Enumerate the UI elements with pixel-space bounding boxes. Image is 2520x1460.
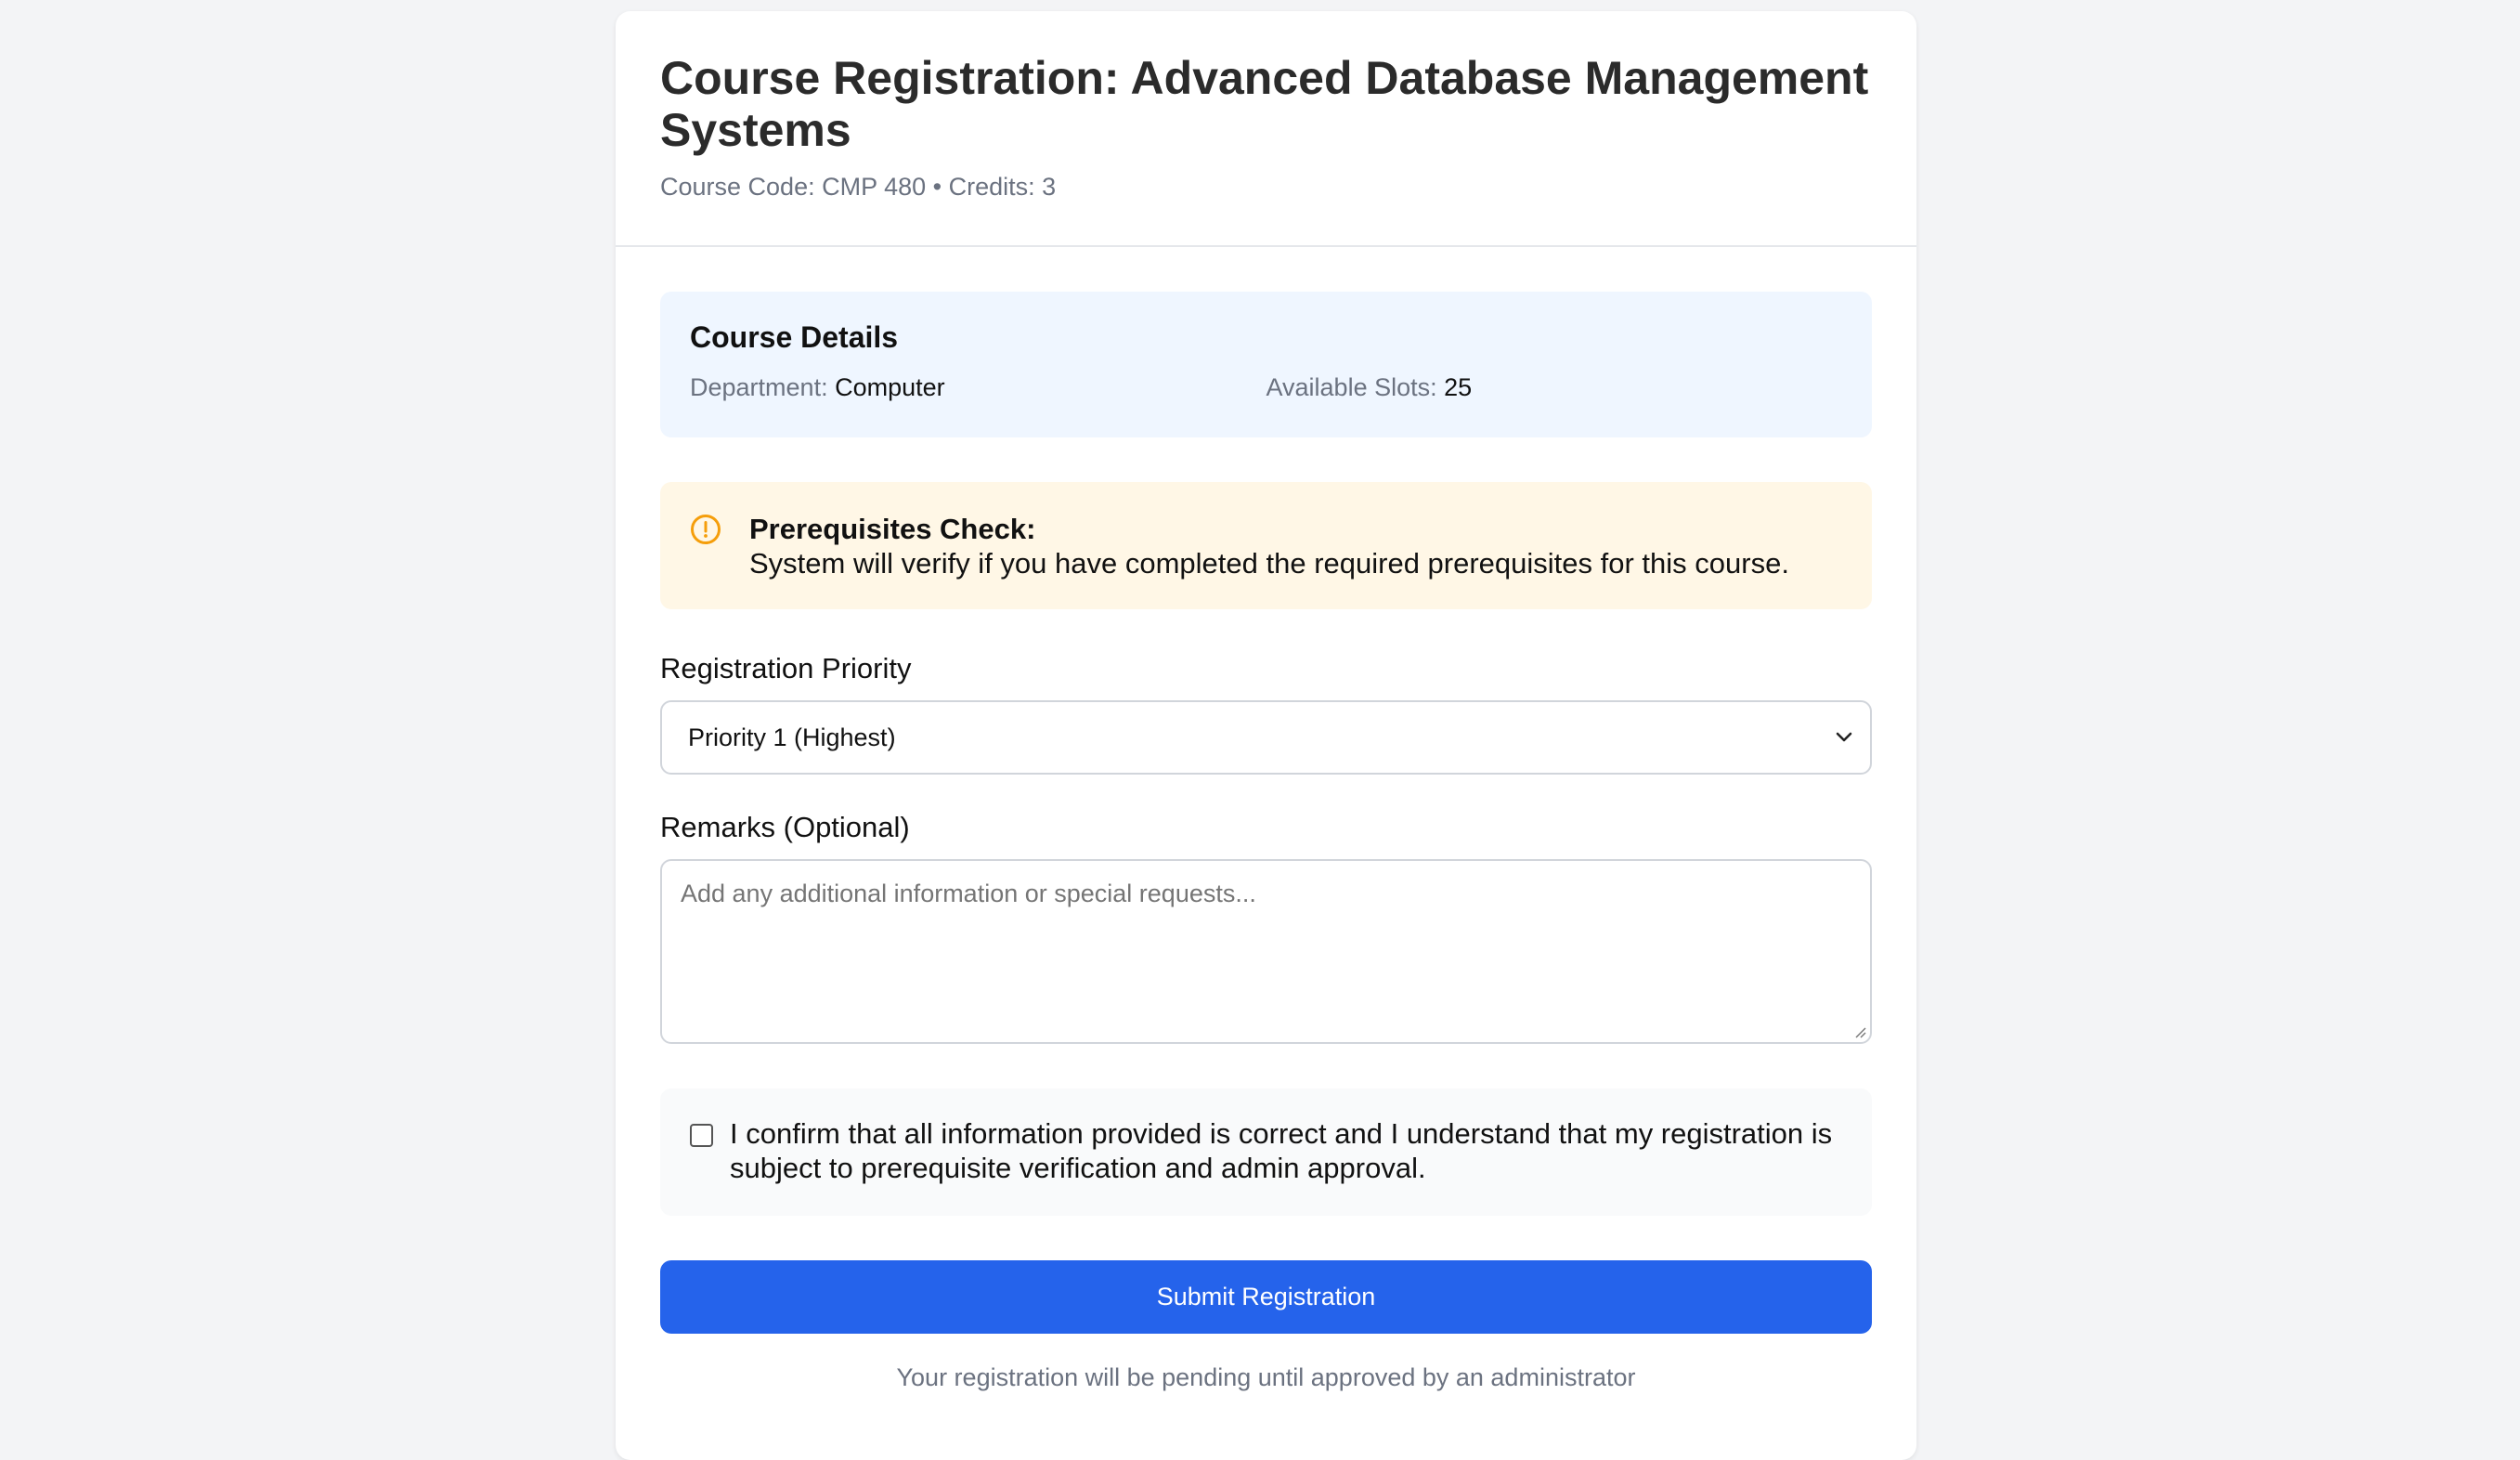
priority-label: Registration Priority [660, 652, 912, 684]
confirm-text: I confirm that all information provided … [730, 1117, 1833, 1184]
page-title: Course Registration: Advanced Database M… [660, 52, 1869, 156]
pending-note: Your registration will be pending until … [896, 1363, 1636, 1391]
card-header: Course Registration: Advanced Database M… [616, 11, 1916, 247]
prerequisites-text: Prerequisites Check: System will verify … [749, 512, 1789, 580]
prerequisites-alert: Prerequisites Check: System will verify … [660, 482, 1872, 609]
confirm-checkbox[interactable] [690, 1124, 713, 1147]
alert-circle-icon [691, 515, 721, 544]
card-body: Course Details Department: Computer Avai… [616, 247, 1916, 1393]
prerequisites-title: Prerequisites Check: [749, 513, 1036, 545]
course-details-panel: Course Details Department: Computer Avai… [660, 292, 1872, 437]
priority-selected-value: Priority 1 (Highest) [688, 723, 896, 751]
slots-info: Available Slots: 25 [1266, 372, 1843, 403]
slots-value: 25 [1444, 373, 1473, 401]
confirmation-panel: I confirm that all information provided … [660, 1088, 1872, 1216]
department-info: Department: Computer [690, 372, 1266, 403]
department-label: Department: [690, 373, 828, 401]
resize-handle-icon[interactable] [1853, 1025, 1866, 1038]
priority-select[interactable]: Priority 1 (Highest) [660, 700, 1872, 775]
submit-registration-button[interactable]: Submit Registration [660, 1260, 1872, 1334]
course-meta: Course Code: CMP 480 • Credits: 3 [660, 173, 1057, 201]
remarks-textarea[interactable]: Add any additional information or specia… [660, 859, 1872, 1044]
course-details-title: Course Details [690, 320, 899, 354]
remarks-placeholder: Add any additional information or specia… [681, 880, 1256, 907]
slots-label: Available Slots: [1266, 373, 1437, 401]
department-value: Computer [835, 373, 945, 401]
registration-card: Course Registration: Advanced Database M… [616, 11, 1916, 1460]
remarks-label: Remarks (Optional) [660, 811, 910, 843]
chevron-down-icon [1836, 732, 1852, 742]
prerequisites-message: System will verify if you have completed… [749, 547, 1789, 580]
course-details-row: Department: Computer Available Slots: 25 [690, 372, 1842, 403]
